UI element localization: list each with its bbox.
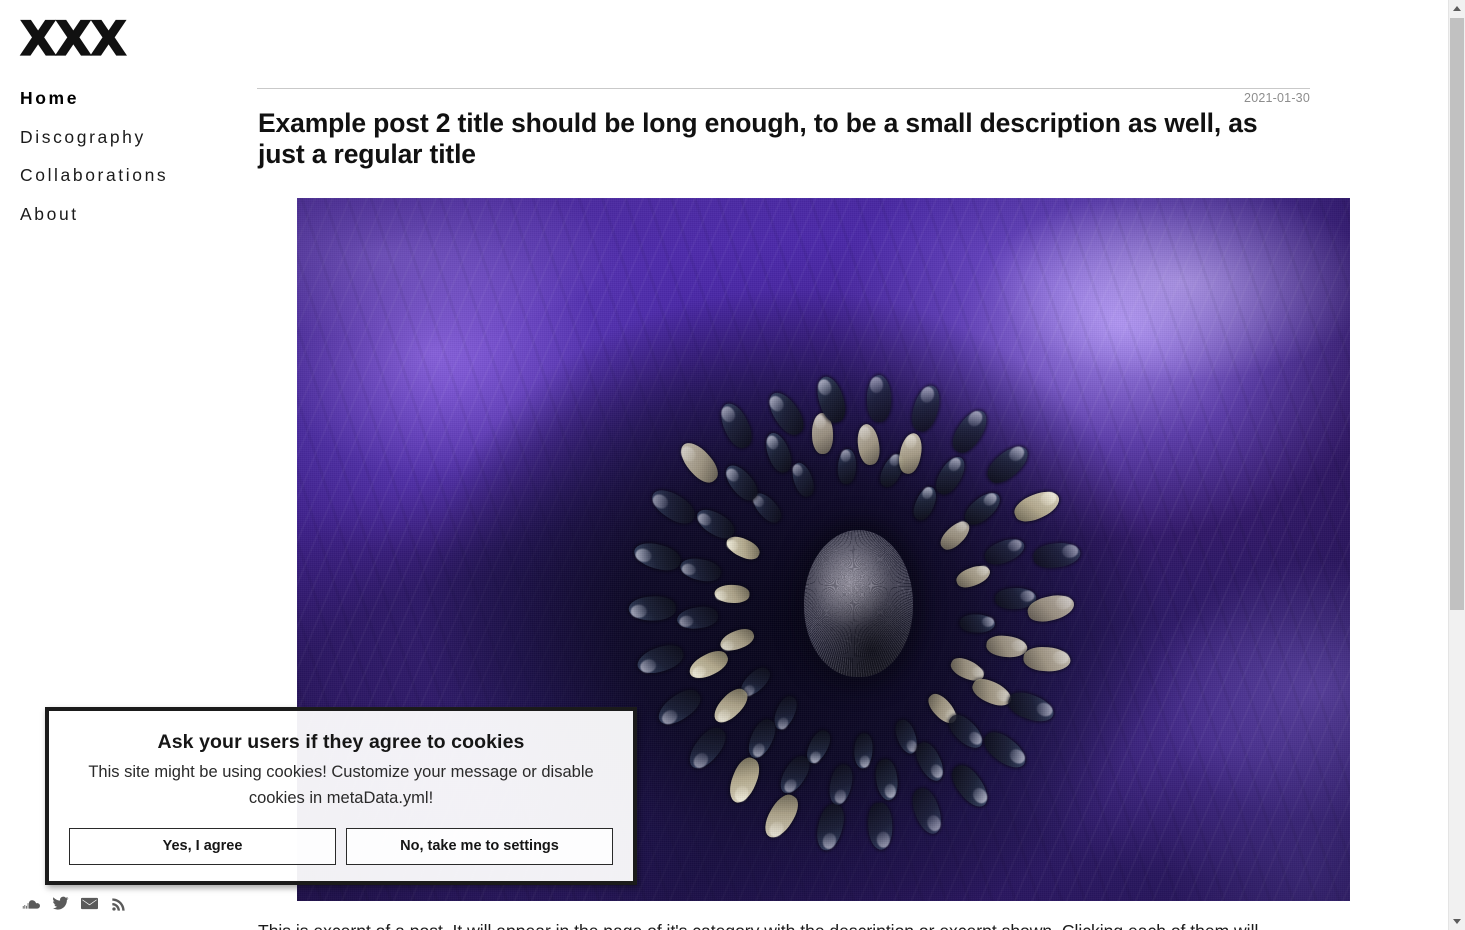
cookie-accept-button[interactable]: Yes, I agree xyxy=(69,828,336,865)
soundcloud-icon[interactable] xyxy=(22,894,41,913)
rss-icon[interactable] xyxy=(109,894,128,913)
post-date: 2021-01-30 xyxy=(1244,91,1310,105)
post-excerpt: This is excerpt of a post. It will appea… xyxy=(258,918,1303,930)
cookie-banner-actions: Yes, I agree No, take me to settings xyxy=(49,828,633,865)
main-navigation: Home Discography Collaborations About xyxy=(20,89,250,244)
nav-item-collaborations[interactable]: Collaborations xyxy=(20,166,250,185)
post-title[interactable]: Example post 2 title should be long enou… xyxy=(258,108,1288,170)
site-logo[interactable]: XXX xyxy=(19,15,127,63)
scrollbar-down-arrow[interactable] xyxy=(1449,913,1465,930)
post-divider xyxy=(257,88,1310,89)
chevron-up-icon xyxy=(1453,6,1461,11)
cookie-settings-button[interactable]: No, take me to settings xyxy=(346,828,613,865)
nav-item-discography[interactable]: Discography xyxy=(20,128,250,147)
nav-item-about[interactable]: About xyxy=(20,205,250,224)
cookie-consent-banner: Ask your users if they agree to cookies … xyxy=(45,707,637,885)
page-scrollbar[interactable] xyxy=(1448,0,1465,930)
cookie-banner-title: Ask your users if they agree to cookies xyxy=(157,731,525,753)
chevron-down-icon xyxy=(1453,919,1461,924)
cookie-banner-message: This site might be using cookies! Custom… xyxy=(88,763,594,807)
page-root: XXX Home Discography Collaborations Abou… xyxy=(0,0,1465,930)
twitter-icon[interactable] xyxy=(51,894,70,913)
scrollbar-thumb[interactable] xyxy=(1450,18,1464,610)
social-links xyxy=(22,894,128,913)
scrollbar-up-arrow[interactable] xyxy=(1449,0,1465,17)
nav-item-home[interactable]: Home xyxy=(20,89,250,108)
email-icon[interactable] xyxy=(80,894,99,913)
